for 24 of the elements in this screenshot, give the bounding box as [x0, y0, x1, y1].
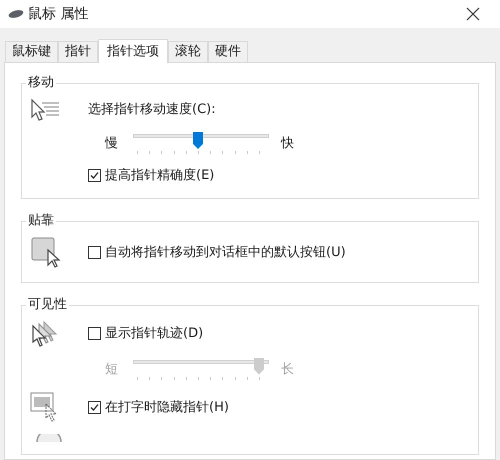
slider-max-label: 长: [281, 360, 294, 379]
slider-thumb[interactable]: [193, 132, 203, 149]
checkbox-label: 显示指针轨迹(D): [105, 324, 204, 343]
checkbox[interactable]: [88, 246, 101, 259]
window-title: 鼠标 属性: [28, 4, 88, 24]
slider-max-label: 快: [281, 135, 294, 154]
speed-label: 选择指针移动速度(C):: [88, 101, 216, 120]
checkbox-label: 自动将指针移动到对话框中的默认按钮(U): [105, 244, 346, 262]
slider-min-label: 慢: [105, 135, 119, 154]
slider-min-label: 短: [105, 360, 119, 379]
close-icon[interactable]: [466, 7, 480, 21]
tab[interactable]: 鼠标键: [5, 41, 58, 62]
checkbox-label: 提高指针精确度(E): [105, 167, 214, 185]
tab[interactable]: 滚轮: [168, 41, 208, 62]
checkbox-label: 在打字时隐藏指针(H): [105, 398, 229, 417]
checkbox[interactable]: [88, 327, 101, 340]
tab[interactable]: 硬件: [208, 41, 248, 62]
tab[interactable]: 指针选项: [98, 39, 168, 63]
mouse-icon: [8, 9, 24, 19]
cursor-speed-icon: [30, 98, 60, 122]
slider-track[interactable]: [133, 132, 269, 156]
checkbox[interactable]: [88, 401, 101, 414]
checkbox[interactable]: [88, 169, 101, 182]
tab[interactable]: 指针: [58, 41, 98, 62]
